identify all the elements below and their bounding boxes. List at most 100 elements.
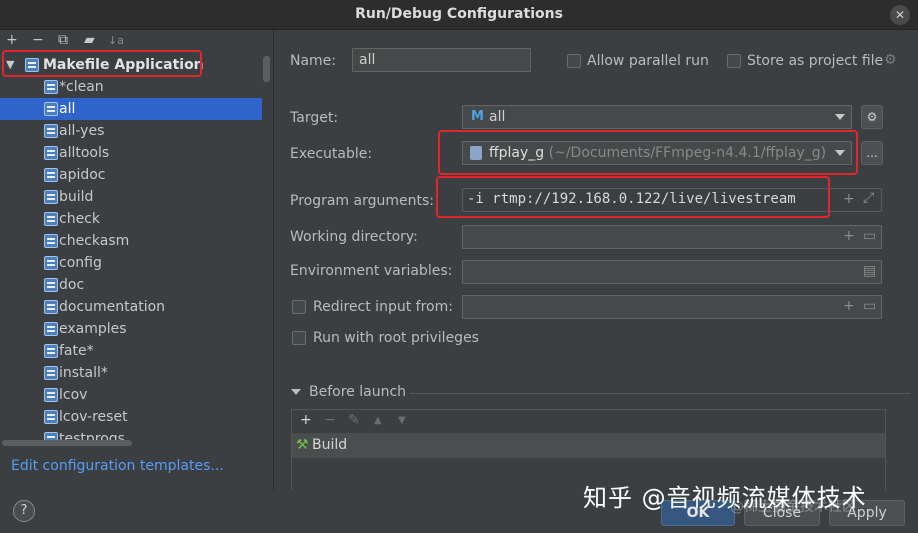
- tree-item-label: lcov-reset: [59, 409, 128, 425]
- makefile-icon: [44, 212, 58, 226]
- tree-item-label: *clean: [59, 79, 104, 95]
- redirect-input-label: Redirect input from:: [313, 299, 453, 315]
- store-project-label: Store as project file: [747, 53, 884, 69]
- tree-hscrollbar[interactable]: [2, 440, 132, 446]
- makefile-icon: [44, 366, 58, 380]
- makefile-icon: [44, 278, 58, 292]
- tree-item-label: all-yes: [59, 123, 105, 139]
- expand-icon[interactable]: ⤢: [863, 190, 874, 206]
- tree-item[interactable]: testprogs: [0, 428, 262, 450]
- redirect-input-checkbox[interactable]: [292, 300, 306, 314]
- tree-item[interactable]: doc: [0, 274, 262, 296]
- edit-templates-link[interactable]: Edit configuration templates...: [11, 458, 224, 474]
- folder-icon[interactable]: ▭: [863, 228, 876, 244]
- hammer-icon: ⚒: [296, 437, 309, 453]
- watermark-sub: @稀土掘金技术社区: [730, 499, 856, 515]
- allow-parallel-checkbox[interactable]: [567, 54, 581, 68]
- remove-task-icon[interactable]: −: [324, 412, 336, 428]
- executable-label: Executable:: [290, 146, 373, 162]
- makefile-icon: [44, 344, 58, 358]
- root-privileges-checkbox[interactable]: [292, 331, 306, 345]
- program-args-label: Program arguments:: [290, 193, 434, 209]
- working-dir-field[interactable]: + ▭: [462, 225, 882, 249]
- tree-item-label: testprogs: [59, 431, 125, 447]
- makefile-icon: [44, 234, 58, 248]
- tree-vscrollbar[interactable]: [263, 56, 270, 82]
- add-task-icon[interactable]: +: [300, 412, 312, 428]
- tree-item[interactable]: lcov: [0, 384, 262, 406]
- target-settings-button[interactable]: ⚙: [861, 105, 883, 129]
- plus-icon[interactable]: +: [843, 191, 855, 207]
- sort-icon[interactable]: ↓a: [108, 34, 124, 47]
- tree-item[interactable]: config: [0, 252, 262, 274]
- config-sidebar: + − ⧉ ▰ ↓a ▼ Makefile Application *clean…: [0, 30, 274, 490]
- highlight-box-executable: [438, 130, 858, 175]
- tree-item[interactable]: *clean: [0, 76, 262, 98]
- add-config-icon[interactable]: +: [6, 32, 18, 48]
- gear-icon[interactable]: ⚙: [884, 52, 897, 68]
- name-value: all: [359, 52, 376, 68]
- tree-item[interactable]: all: [0, 98, 262, 120]
- tree-item[interactable]: checkasm: [0, 230, 262, 252]
- tree-item-label: build: [59, 189, 94, 205]
- tree-item[interactable]: lcov-reset: [0, 406, 262, 428]
- before-launch-toolbar: + − ✎ ▲ ▼: [292, 410, 885, 434]
- document-icon[interactable]: ▤: [863, 263, 876, 279]
- move-up-icon[interactable]: ▲: [374, 415, 382, 426]
- tree-item[interactable]: all-yes: [0, 120, 262, 142]
- env-vars-field[interactable]: ▤: [462, 260, 882, 284]
- copy-config-icon[interactable]: ⧉: [58, 32, 68, 48]
- tree-item-label: install*: [59, 365, 108, 381]
- tree-item-label: examples: [59, 321, 127, 337]
- tree-item[interactable]: check: [0, 208, 262, 230]
- target-value: all: [489, 109, 506, 125]
- help-button[interactable]: ?: [13, 500, 35, 522]
- name-label: Name:: [290, 53, 337, 69]
- tree-item-label: all: [59, 101, 76, 117]
- tree-item[interactable]: examples: [0, 318, 262, 340]
- tree-item-label: apidoc: [59, 167, 106, 183]
- chevron-down-icon: [291, 389, 301, 395]
- makefile-icon: [44, 80, 58, 94]
- tree-item[interactable]: documentation: [0, 296, 262, 318]
- makefile-icon: [44, 168, 58, 182]
- chevron-down-icon: [835, 114, 845, 120]
- edit-task-icon[interactable]: ✎: [348, 412, 360, 428]
- tree-item[interactable]: apidoc: [0, 164, 262, 186]
- tree-item-label: alltools: [59, 145, 110, 161]
- browse-button[interactable]: ...: [861, 141, 883, 165]
- tree-item[interactable]: build: [0, 186, 262, 208]
- redirect-input-field[interactable]: + ▭: [462, 295, 882, 319]
- tree-item[interactable]: alltools: [0, 142, 262, 164]
- target-combo[interactable]: M all: [462, 105, 852, 129]
- store-project-checkbox[interactable]: [727, 54, 741, 68]
- makefile-target-icon: M: [471, 109, 484, 124]
- plus-icon[interactable]: +: [843, 298, 855, 314]
- makefile-icon: [44, 256, 58, 270]
- before-launch-header[interactable]: Before launch: [291, 384, 406, 400]
- makefile-icon: [44, 190, 58, 204]
- tree-item-label: config: [59, 255, 102, 271]
- tree-item[interactable]: fate*: [0, 340, 262, 362]
- before-launch-title: Before launch: [309, 384, 407, 400]
- makefile-icon: [44, 102, 58, 116]
- folder-icon[interactable]: ▭: [863, 298, 876, 314]
- tree-item-label: fate*: [59, 343, 94, 359]
- close-icon[interactable]: ✕: [890, 5, 910, 25]
- allow-parallel-label: Allow parallel run: [587, 53, 709, 69]
- working-dir-label: Working directory:: [290, 229, 418, 245]
- plus-icon[interactable]: +: [843, 228, 855, 244]
- tree-item[interactable]: install*: [0, 362, 262, 384]
- gear-icon: ⚙: [866, 110, 878, 124]
- divider: [410, 393, 910, 394]
- remove-config-icon[interactable]: −: [32, 32, 44, 48]
- makefile-icon: [44, 300, 58, 314]
- before-launch-item[interactable]: ⚒ Build: [292, 434, 885, 458]
- tree-item-label: documentation: [59, 299, 166, 315]
- makefile-icon: [44, 322, 58, 336]
- name-field[interactable]: all: [352, 48, 531, 72]
- config-tree: ▼ Makefile Application *clean all all-yes a…: [0, 54, 262, 454]
- folder-icon[interactable]: ▰: [84, 32, 95, 48]
- tree-item-label: checkasm: [59, 233, 130, 249]
- move-down-icon[interactable]: ▼: [398, 415, 406, 426]
